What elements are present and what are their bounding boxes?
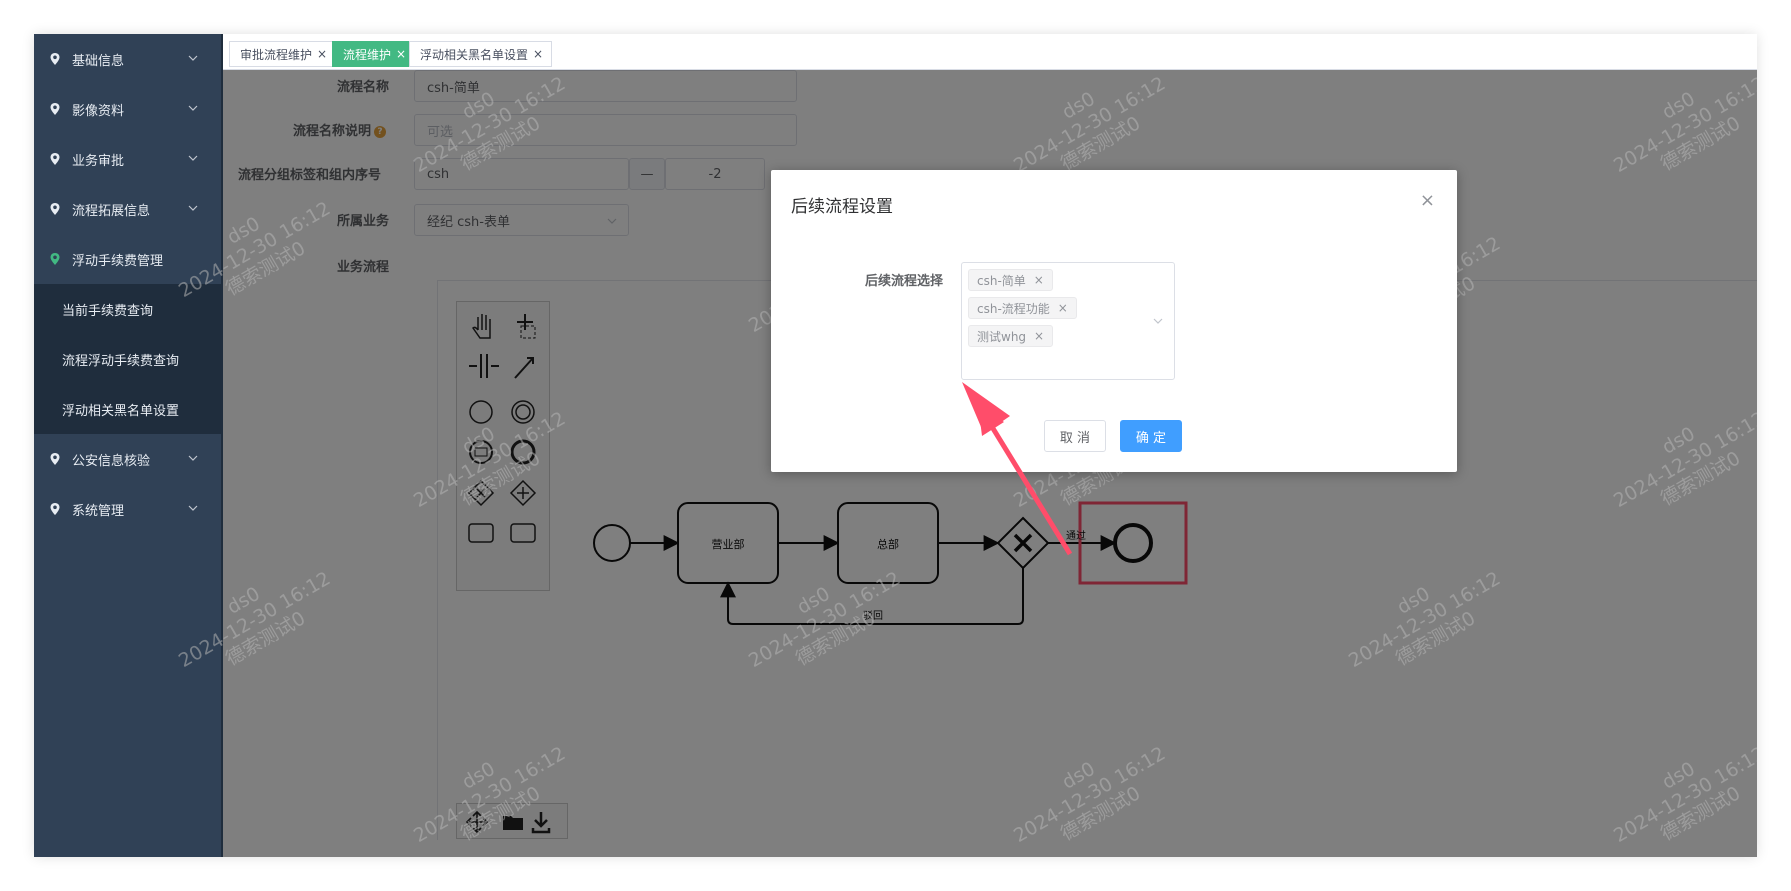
tab-approval-maintain[interactable]: 审批流程维护 × xyxy=(229,41,337,67)
close-icon[interactable]: × xyxy=(533,47,543,61)
close-icon[interactable]: × xyxy=(1034,273,1044,287)
sidebar-item-system[interactable]: 系统管理 xyxy=(34,484,221,534)
chevron-down-icon xyxy=(188,55,198,61)
annotation-arrow xyxy=(962,382,1073,556)
selected-chip: csh-简单 × xyxy=(968,269,1053,291)
tab-bar: 审批流程维护 × 流程维护 × 浮动相关黑名单设置 × xyxy=(223,34,1757,70)
follow-up-multi-select[interactable]: csh-简单 × csh-流程功能 × 测试whg × xyxy=(961,262,1175,380)
chip-label: csh-简单 xyxy=(977,273,1026,288)
follow-up-process-dialog: 后续流程设置 × 后续流程选择 csh-简单 × csh-流程功能 × 测试whg ×… xyxy=(771,170,1457,472)
sidebar-item-images[interactable]: 影像资料 xyxy=(34,84,221,134)
tab-label: 浮动相关黑名单设置 xyxy=(420,47,529,62)
sidebar-item-police-verify[interactable]: 公安信息核验 xyxy=(34,434,221,484)
close-icon[interactable]: × xyxy=(1058,301,1068,315)
submenu-float-fee: 当前手续费查询 流程浮动手续费查询 浮动相关黑名单设置 xyxy=(34,284,221,434)
close-icon[interactable]: × xyxy=(396,47,406,61)
sidebar-subitem-process-fee[interactable]: 流程浮动手续费查询 xyxy=(34,334,221,384)
sidebar-item-float-fee[interactable]: 浮动手续费管理 xyxy=(34,234,221,284)
location-pin-icon xyxy=(50,153,60,165)
selected-chip: csh-流程功能 × xyxy=(968,297,1077,319)
chevron-down-icon xyxy=(188,455,198,461)
sidebar-item-label: 公安信息核验 xyxy=(72,453,151,469)
location-pin-icon xyxy=(50,253,60,265)
chevron-down-icon xyxy=(188,205,198,211)
sidebar-subitem-current-fee[interactable]: 当前手续费查询 xyxy=(34,284,221,334)
sidebar-item-label: 影像资料 xyxy=(72,103,125,119)
close-icon[interactable]: × xyxy=(1420,190,1435,211)
sidebar-item-label: 基础信息 xyxy=(72,53,125,69)
dialog-title: 后续流程设置 xyxy=(791,197,893,217)
selected-chip: 测试whg × xyxy=(968,325,1054,347)
sidebar-item-label: 系统管理 xyxy=(72,503,125,519)
subitem-label: 流程浮动手续费查询 xyxy=(62,353,180,369)
chevron-down-icon xyxy=(188,105,198,111)
tab-process-maintain[interactable]: 流程维护 × xyxy=(332,41,416,67)
location-pin-icon xyxy=(50,453,60,465)
chevron-down-icon xyxy=(188,505,198,511)
sidebar-item-basic-info[interactable]: 基础信息 xyxy=(34,34,221,84)
sidebar-item-label: 浮动手续费管理 xyxy=(72,253,164,269)
tab-label: 流程维护 xyxy=(343,47,392,62)
tab-blacklist[interactable]: 浮动相关黑名单设置 × xyxy=(409,41,553,67)
chip-label: 测试whg xyxy=(977,329,1027,344)
subitem-label: 浮动相关黑名单设置 xyxy=(62,403,180,419)
chip-label: csh-流程功能 xyxy=(977,301,1050,316)
subitem-label: 当前手续费查询 xyxy=(62,303,154,319)
location-pin-icon xyxy=(50,103,60,115)
chevron-down-icon[interactable] xyxy=(1152,315,1164,327)
app-window: 基础信息 影像资料 业务审批 流程拓展信息 浮动手续费管理 当前手续费查询 流程… xyxy=(34,34,1757,857)
chevron-down-icon xyxy=(188,155,198,161)
sidebar-subitem-blacklist[interactable]: 浮动相关黑名单设置 xyxy=(34,384,221,434)
sidebar-item-label: 业务审批 xyxy=(72,153,125,169)
sidebar-item-process-ext[interactable]: 流程拓展信息 xyxy=(34,184,221,234)
location-pin-icon xyxy=(50,53,60,65)
tab-label: 审批流程维护 xyxy=(240,47,313,62)
location-pin-icon xyxy=(50,203,60,215)
sidebar: 基础信息 影像资料 业务审批 流程拓展信息 浮动手续费管理 当前手续费查询 流程… xyxy=(34,34,221,857)
close-icon[interactable]: × xyxy=(317,47,327,61)
sidebar-item-approval[interactable]: 业务审批 xyxy=(34,134,221,184)
sidebar-item-label: 流程拓展信息 xyxy=(72,203,151,219)
follow-up-select-label: 后续流程选择 xyxy=(865,274,944,289)
confirm-button[interactable]: 确 定 xyxy=(1120,420,1182,452)
close-icon[interactable]: × xyxy=(1034,329,1044,343)
location-pin-icon xyxy=(50,503,60,515)
